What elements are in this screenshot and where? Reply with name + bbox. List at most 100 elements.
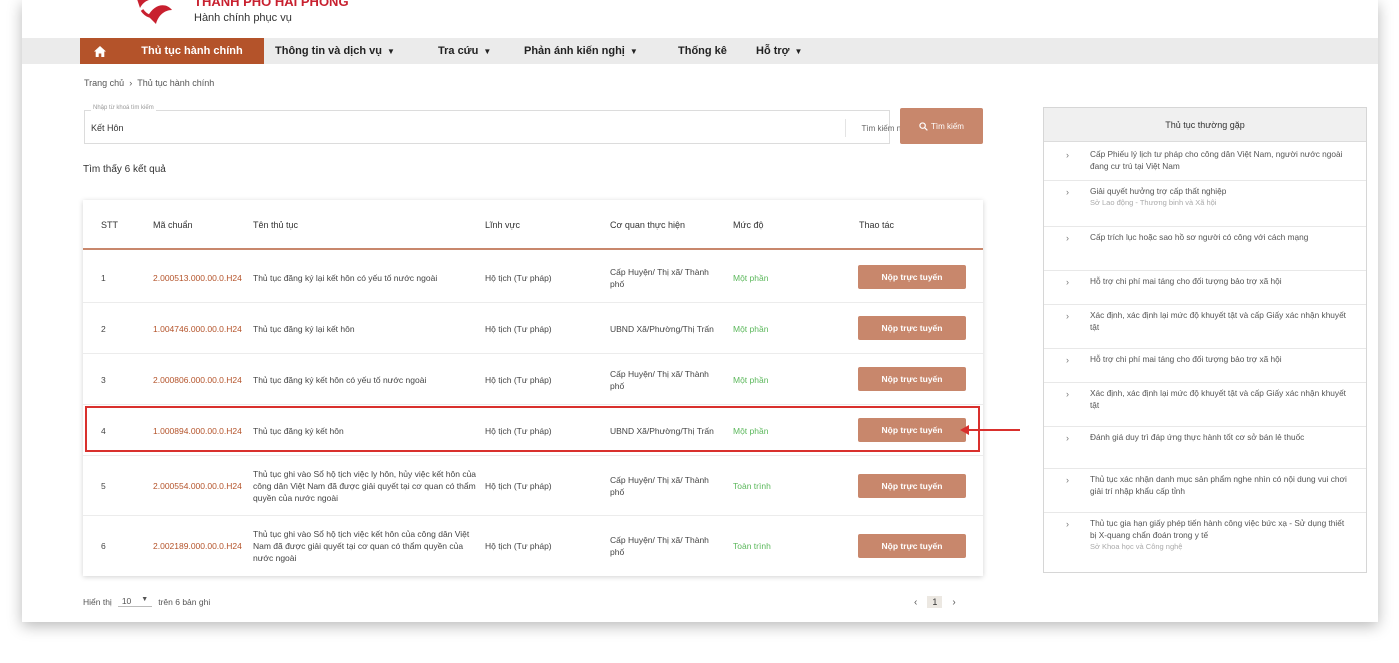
row-stt: 3: [101, 374, 106, 385]
list-item-text: Cấp Phiếu lý lịch tư pháp cho công dân V…: [1090, 149, 1343, 171]
column-header-level: Mức độ: [733, 220, 764, 230]
list-item[interactable]: › Xác định, xác định lại mức độ khuyết t…: [1044, 383, 1366, 427]
row-agency: Cấp Huyện/ Thị xã/ Thành phố: [610, 535, 709, 557]
highlight-annotation-box: [85, 406, 980, 452]
annotation-arrow-icon: [960, 425, 969, 435]
search-floating-label: Nhập từ khoá tìm kiếm: [91, 105, 156, 111]
submit-online-button[interactable]: Nộp trực tuyến: [858, 474, 966, 498]
row-code-link[interactable]: 1.004746.000.00.0.H24: [153, 303, 245, 354]
row-agency: Cấp Huyện/ Thị xã/ Thành phố: [610, 368, 709, 391]
list-item[interactable]: › Hỗ trợ chi phí mai táng cho đối tượng …: [1044, 271, 1366, 305]
table-row: 1 2.000513.000.00.0.H24 Thủ tục đăng ký …: [83, 252, 983, 303]
list-item[interactable]: › Cấp trích lục hoặc sao hồ sơ người có …: [1044, 227, 1366, 271]
browser-page: THÀNH PHỐ HẢI PHÒNG Hành chính phục vụ T…: [22, 0, 1378, 622]
list-item-text: Xác định, xác định lại mức độ khuyết tật…: [1090, 310, 1346, 332]
pagination: ‹ 1 ›: [914, 596, 956, 608]
row-code-link[interactable]: 2.002189.000.00.0.H24: [153, 516, 245, 576]
row-code-link[interactable]: 2.000513.000.00.0.H24: [153, 252, 245, 303]
caret-down-icon: ▼: [629, 46, 638, 56]
total-records: trên 6 bản ghi: [158, 596, 211, 607]
submit-online-button[interactable]: Nộp trực tuyến: [858, 534, 966, 558]
row-procedure-name[interactable]: Thủ tục ghi vào Sổ hộ tịch việc ly hôn, …: [253, 456, 477, 516]
nav-item-feedback[interactable]: Phản ánh kiến nghị ▼: [524, 38, 638, 64]
row-procedure-name[interactable]: Thủ tục đăng ký lại kết hôn: [253, 303, 475, 354]
search-input-value: Kết Hôn: [91, 123, 124, 133]
row-level: Một phần: [733, 374, 769, 385]
chevron-right-icon: ›: [1066, 277, 1069, 287]
breadcrumb-current: Thủ tục hành chính: [137, 78, 215, 88]
nav-item-lookup[interactable]: Tra cứu ▼: [438, 38, 491, 64]
nav-item-label: Thống kê: [678, 45, 727, 57]
list-item-text: Thủ tục gia hạn giấy phép tiến hành công…: [1090, 518, 1345, 540]
list-item[interactable]: › Giải quyết hưởng trợ cấp thất nghiệp Sở…: [1044, 181, 1366, 227]
search-button-label: Tìm kiếm: [931, 121, 964, 131]
nav-item-label: Tra cứu: [438, 45, 479, 57]
row-agency: Cấp Huyện/ Thị xã/ Thành phố: [610, 266, 709, 289]
table-row: 6 2.002189.000.00.0.H24 Thủ tục ghi vào …: [83, 516, 983, 576]
panel-title: Thủ tục thường gặp: [1044, 108, 1366, 142]
row-stt: 6: [101, 541, 106, 551]
row-agency: Cấp Huyện/ Thị xã/ Thành phố: [610, 475, 709, 497]
table-header: STT Mã chuẩn Tên thủ tục Lĩnh vực Cơ qua…: [83, 200, 983, 250]
list-item-text: Đánh giá duy trì đáp ứng thực hành tốt c…: [1090, 432, 1305, 442]
row-code-link[interactable]: 2.000806.000.00.0.H24: [153, 354, 245, 405]
page-size-value: 10: [121, 596, 132, 606]
list-item[interactable]: › Đánh giá duy trì đáp ứng thực hành tốt…: [1044, 427, 1366, 469]
column-header-code: Mã chuẩn: [153, 220, 193, 230]
row-field: Hộ tịch (Tư pháp): [485, 374, 552, 385]
search-input[interactable]: Nhập từ khoá tìm kiếm Kết Hôn Tìm kiếm n…: [84, 105, 930, 144]
next-page-button[interactable]: ›: [952, 597, 955, 608]
column-header-name: Tên thủ tục: [253, 220, 299, 230]
search-icon: [919, 121, 928, 131]
breadcrumb-home-link[interactable]: Trang chủ: [84, 78, 124, 88]
results-table: STT Mã chuẩn Tên thủ tục Lĩnh vực Cơ qua…: [83, 200, 983, 576]
chevron-right-icon: ›: [1066, 355, 1069, 365]
brand-name: THÀNH PHỐ HẢI PHÒNG: [194, 0, 349, 9]
submit-online-button[interactable]: Nộp trực tuyến: [858, 316, 966, 340]
list-item-agency: Sở Khoa học và Công nghệ: [1090, 542, 1183, 551]
list-item[interactable]: › Thủ tục xác nhận danh mục sản phẩm ngh…: [1044, 469, 1366, 513]
page-size-control: Hiển thị 10 ▼ trên 6 bản ghi: [83, 596, 210, 607]
search-button[interactable]: Tìm kiếm: [900, 108, 983, 144]
page-size-select[interactable]: 10 ▼: [117, 596, 153, 607]
row-procedure-name[interactable]: Thủ tục đăng ký kết hôn có yếu tố nước n…: [253, 354, 475, 405]
row-level: Một phần: [733, 272, 769, 283]
nav-item-label: Phản ánh kiến nghị: [524, 45, 625, 57]
show-label: Hiển thị: [83, 596, 112, 607]
chevron-right-icon: ›: [1066, 475, 1069, 485]
row-procedure-name[interactable]: Thủ tục đăng ký lại kết hôn có yếu tố nư…: [253, 252, 475, 303]
submit-online-button[interactable]: Nộp trực tuyến: [858, 265, 966, 289]
nav-item-administrative-procedures[interactable]: Thủ tục hành chính: [120, 38, 264, 64]
row-field: Hộ tịch (Tư pháp): [485, 481, 552, 491]
common-procedures-panel: Thủ tục thường gặp › Cấp Phiếu lý lịch t…: [1043, 107, 1367, 573]
row-agency: UBND Xã/Phường/Thị Trấn: [610, 323, 714, 334]
list-item[interactable]: › Hỗ trợ chi phí mai táng cho đối tượng …: [1044, 349, 1366, 383]
list-item-text: Xác định, xác định lại mức độ khuyết tật…: [1090, 388, 1346, 410]
row-procedure-name[interactable]: Thủ tục ghi vào Sổ hộ tịch việc kết hôn …: [253, 516, 477, 576]
list-item[interactable]: › Thủ tục gia hạn giấy phép tiến hành cô…: [1044, 513, 1366, 573]
chevron-right-icon: ›: [1066, 389, 1069, 399]
row-level: Một phần: [733, 323, 769, 334]
list-item[interactable]: › Cấp Phiếu lý lịch tư pháp cho công dân…: [1044, 144, 1366, 181]
list-item[interactable]: › Xác định, xác định lại mức độ khuyết t…: [1044, 305, 1366, 349]
submit-online-button[interactable]: Nộp trực tuyến: [858, 367, 966, 391]
row-code-link[interactable]: 2.000554.000.00.0.H24: [153, 456, 245, 516]
list-item-text: Cấp trích lục hoặc sao hồ sơ người có cô…: [1090, 232, 1309, 242]
column-header-field: Lĩnh vực: [485, 220, 521, 230]
caret-down-icon: ▼: [794, 46, 803, 56]
list-item-text: Giải quyết hưởng trợ cấp thất nghiệp: [1090, 186, 1227, 196]
prev-page-button[interactable]: ‹: [914, 597, 917, 608]
nav-item-statistics[interactable]: Thống kê: [678, 38, 727, 64]
column-header-agency: Cơ quan thực hiện: [610, 220, 685, 230]
page-number-button[interactable]: 1: [927, 596, 943, 608]
caret-down-icon: ▼: [483, 46, 492, 56]
nav-item-support[interactable]: Hỗ trợ ▼: [756, 38, 802, 64]
nav-item-label: Hỗ trợ: [756, 45, 790, 57]
chevron-right-icon: ›: [1066, 519, 1069, 529]
row-level: Toàn trình: [733, 541, 771, 551]
breadcrumb: Trang chủ › Thủ tục hành chính: [84, 78, 214, 88]
nav-home-button[interactable]: [80, 38, 120, 64]
caret-down-icon: ▼: [386, 46, 395, 56]
nav-item-info-services[interactable]: Thông tin và dịch vụ ▼: [275, 38, 395, 64]
table-row: 5 2.000554.000.00.0.H24 Thủ tục ghi vào …: [83, 456, 983, 516]
